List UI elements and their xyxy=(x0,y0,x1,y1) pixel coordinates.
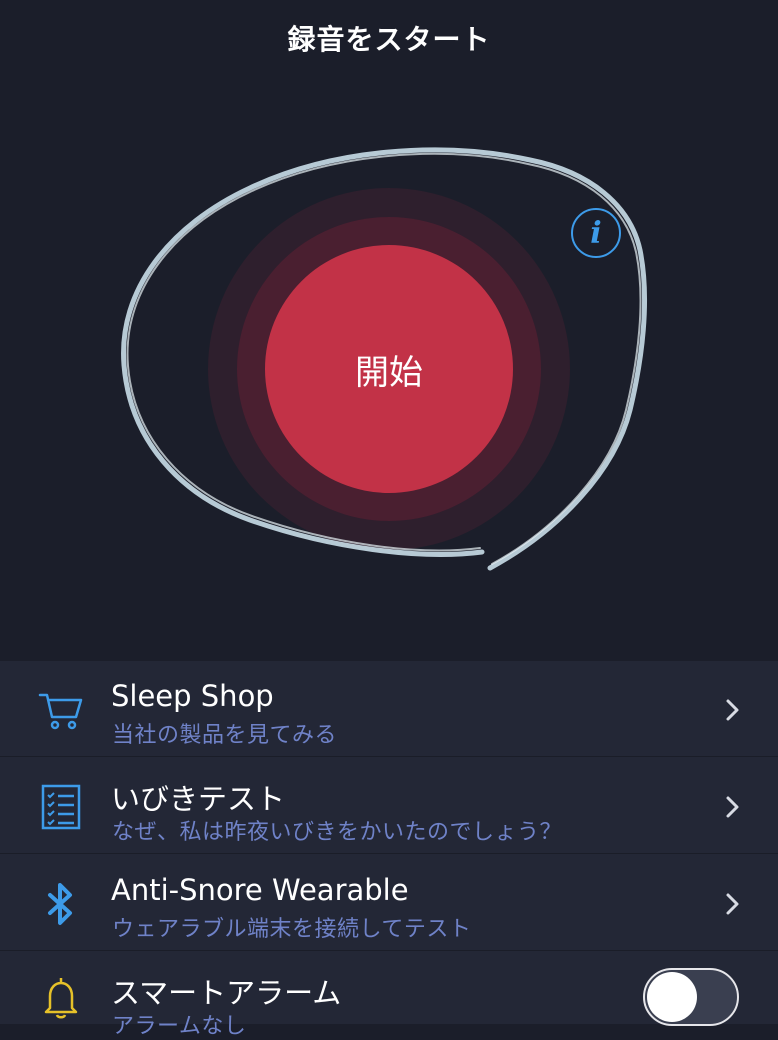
cart-icon xyxy=(38,693,83,730)
menu-item-snore-test[interactable]: いびきテスト なぜ、私は昨夜いびきをかいたのでしょう？ xyxy=(0,758,778,854)
menu-item-title: Anti-Snore Wearable xyxy=(111,873,409,907)
menu-item-subtitle: 当社の製品を見てみる xyxy=(112,723,338,748)
menu-item-title: スマートアラーム xyxy=(111,976,342,1010)
menu-item-smart-alarm: スマートアラーム アラームなし xyxy=(0,952,778,1039)
bell-icon xyxy=(44,978,78,1019)
menu-list: Sleep Shop 当社の製品を見てみる いびきテスト なぜ、私は昨夜いびきを… xyxy=(0,661,778,1039)
toggle-knob xyxy=(647,972,697,1022)
start-label: 開始 xyxy=(355,352,423,393)
menu-item-title: Sleep Shop xyxy=(111,679,274,713)
checklist-icon xyxy=(41,784,81,830)
menu-item-subtitle: なぜ、私は昨夜いびきをかいたのでしょう？ xyxy=(112,820,563,845)
start-recording-button[interactable]: 開始 xyxy=(265,245,513,493)
chevron-right-icon xyxy=(726,893,739,915)
info-icon[interactable]: i xyxy=(571,208,621,258)
menu-item-anti-snore-wearable[interactable]: Anti-Snore Wearable ウェアラブル端末を接続してテスト xyxy=(0,855,778,951)
page-title: 録音をスタート xyxy=(287,23,491,56)
smart-alarm-toggle[interactable] xyxy=(643,968,739,1026)
record-area: 開始 i xyxy=(0,0,778,660)
menu-item-title: いびきテスト xyxy=(111,782,286,816)
bluetooth-icon xyxy=(48,883,72,925)
menu-item-sleep-shop[interactable]: Sleep Shop 当社の製品を見てみる xyxy=(0,661,778,757)
menu-item-subtitle: ウェアラブル端末を接続してテスト xyxy=(112,917,472,942)
chevron-right-icon xyxy=(726,699,739,721)
menu-item-subtitle: アラームなし xyxy=(112,1014,247,1039)
chevron-right-icon xyxy=(726,796,739,818)
